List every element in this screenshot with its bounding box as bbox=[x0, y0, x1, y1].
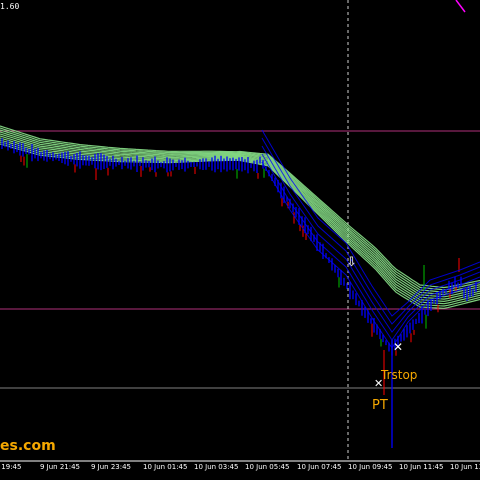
chart-window[interactable]: 1.60 es.com Trstop PT ⇩ ✕ ✕ 10 Jun 19:45… bbox=[0, 0, 480, 480]
moving-average-ribbon bbox=[0, 143, 480, 309]
time-tick-label: 10 Jun 01:45 bbox=[143, 463, 188, 471]
price-chart[interactable] bbox=[0, 0, 480, 480]
watermark-text: es.com bbox=[0, 438, 56, 454]
price-scale-top-value: 1.60 bbox=[0, 2, 20, 11]
envelope-line bbox=[261, 129, 480, 317]
time-tick-label: 10 Jun 13: bbox=[450, 463, 480, 471]
time-tick-label: 10 Jun 11:45 bbox=[399, 463, 444, 471]
time-tick-label: 10 Jun 19:45 bbox=[0, 463, 22, 471]
corner-marker bbox=[455, 0, 466, 13]
time-tick-label: 10 Jun 03:45 bbox=[194, 463, 239, 471]
time-tick-label: 9 Jun 23:45 bbox=[91, 463, 132, 471]
time-tick-label: 10 Jun 09:45 bbox=[348, 463, 393, 471]
x-mark-icon: ✕ bbox=[374, 377, 384, 390]
x-mark-icon: ✕ bbox=[393, 340, 404, 354]
trstop-label: Trstop bbox=[381, 368, 418, 382]
time-axis: 10 Jun 19:45 9 Jun 21:45 9 Jun 23:45 10 … bbox=[0, 461, 480, 480]
down-arrow-icon: ⇩ bbox=[346, 255, 357, 270]
time-tick-label: 9 Jun 21:45 bbox=[40, 463, 81, 471]
pt-label: PT bbox=[372, 398, 388, 413]
time-tick-label: 10 Jun 07:45 bbox=[297, 463, 342, 471]
time-tick-label: 10 Jun 05:45 bbox=[245, 463, 290, 471]
envelope-line bbox=[261, 145, 480, 333]
